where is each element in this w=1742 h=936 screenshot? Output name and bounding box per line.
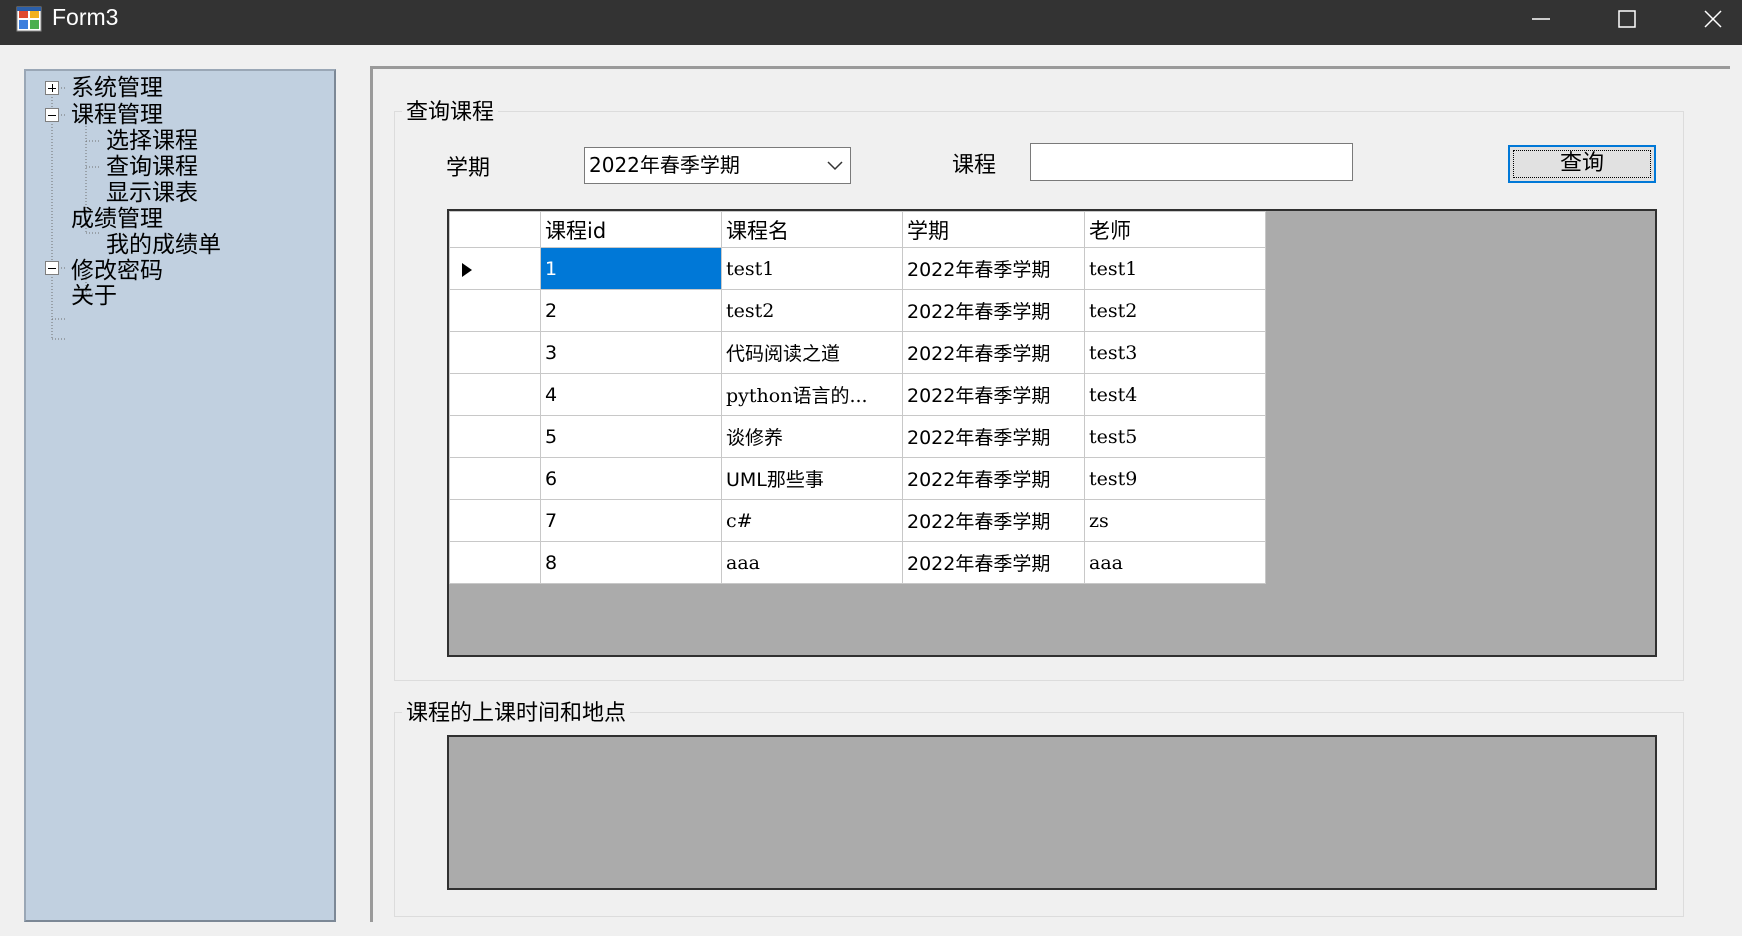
row-header[interactable] bbox=[449, 373, 541, 416]
cell-course-name[interactable]: test1 bbox=[721, 247, 903, 290]
cell-course-name[interactable]: test2 bbox=[721, 289, 903, 332]
maximize-icon bbox=[1618, 10, 1636, 28]
term-label: 学期 bbox=[446, 156, 491, 181]
course-name-input[interactable] bbox=[1030, 143, 1353, 181]
course-table: 课程id 课程名 学期 老师 1 test1 2022年春季学期 test1 2… bbox=[449, 211, 1266, 584]
table-row[interactable]: 4 python语言的... 2022年春季学期 test4 bbox=[449, 373, 1266, 416]
cell-course-id[interactable]: 2 bbox=[540, 289, 722, 332]
column-header-term[interactable]: 学期 bbox=[902, 211, 1085, 248]
table-row[interactable]: 3 代码阅读之道 2022年春季学期 test3 bbox=[449, 331, 1266, 374]
cell-teacher[interactable]: test4 bbox=[1084, 373, 1266, 416]
chevron-down-icon bbox=[827, 161, 843, 171]
column-header-course-id[interactable]: 课程id bbox=[540, 211, 722, 248]
cell-course-name[interactable]: 谈修养 bbox=[721, 415, 903, 458]
table-row[interactable]: 8 aaa 2022年春季学期 aaa bbox=[449, 541, 1266, 584]
close-icon bbox=[1704, 10, 1722, 28]
table-header-row: 课程id 课程名 学期 老师 bbox=[449, 211, 1266, 248]
cell-teacher[interactable]: test9 bbox=[1084, 457, 1266, 500]
cell-teacher[interactable]: test5 bbox=[1084, 415, 1266, 458]
row-header[interactable] bbox=[449, 457, 541, 500]
tree-node-system-management[interactable]: 系统管理 bbox=[71, 75, 163, 101]
cell-term[interactable]: 2022年春季学期 bbox=[902, 373, 1085, 416]
cell-teacher[interactable]: test1 bbox=[1084, 247, 1266, 290]
query-button[interactable]: 查询 bbox=[1508, 145, 1656, 183]
tree-node-query-course[interactable]: 查询课程 bbox=[106, 154, 198, 180]
cell-term[interactable]: 2022年春季学期 bbox=[902, 247, 1085, 290]
cell-course-name[interactable]: UML那些事 bbox=[721, 457, 903, 500]
cell-term[interactable]: 2022年春季学期 bbox=[902, 541, 1085, 584]
tree-node-my-transcript[interactable]: 我的成绩单 bbox=[106, 232, 221, 258]
tree-node-about[interactable]: 关于 bbox=[71, 283, 117, 309]
schedule-group-title: 课程的上课时间和地点 bbox=[402, 695, 631, 727]
cell-course-id[interactable]: 8 bbox=[540, 541, 722, 584]
cell-course-id[interactable]: 4 bbox=[540, 373, 722, 416]
query-course-group-title: 查询课程 bbox=[402, 94, 499, 126]
row-header[interactable] bbox=[449, 541, 541, 584]
collapse-minus-icon[interactable] bbox=[45, 261, 59, 275]
expand-plus-icon[interactable] bbox=[45, 81, 59, 95]
table-row[interactable]: 6 UML那些事 2022年春季学期 test9 bbox=[449, 457, 1266, 500]
minimize-button[interactable] bbox=[1498, 0, 1584, 38]
cell-course-name[interactable]: c# bbox=[721, 499, 903, 542]
tree-node-change-password[interactable]: 修改密码 bbox=[71, 258, 163, 284]
navigation-tree[interactable]: 系统管理 课程管理 选择课程 查询课程 显示课表 成绩管理 我的成绩单 修改密码… bbox=[24, 69, 336, 922]
course-data-grid[interactable]: 课程id 课程名 学期 老师 1 test1 2022年春季学期 test1 2… bbox=[447, 209, 1657, 657]
course-label: 课程 bbox=[952, 153, 997, 178]
table-row[interactable]: 2 test2 2022年春季学期 test2 bbox=[449, 289, 1266, 332]
row-header-corner[interactable] bbox=[449, 211, 541, 248]
cell-term[interactable]: 2022年春季学期 bbox=[902, 289, 1085, 332]
cell-course-name[interactable]: aaa bbox=[721, 541, 903, 584]
column-header-teacher[interactable]: 老师 bbox=[1084, 211, 1266, 248]
collapse-minus-icon[interactable] bbox=[45, 108, 59, 122]
cell-course-name[interactable]: 代码阅读之道 bbox=[721, 331, 903, 374]
maximize-button[interactable] bbox=[1584, 0, 1670, 38]
tree-node-show-timetable[interactable]: 显示课表 bbox=[106, 180, 198, 206]
cell-teacher[interactable]: test2 bbox=[1084, 289, 1266, 332]
table-row[interactable]: 7 c# 2022年春季学期 zs bbox=[449, 499, 1266, 542]
window-title: Form3 bbox=[52, 4, 119, 30]
table-row[interactable]: 1 test1 2022年春季学期 test1 bbox=[449, 247, 1266, 290]
table-row[interactable]: 5 谈修养 2022年春季学期 test5 bbox=[449, 415, 1266, 458]
cell-teacher[interactable]: zs bbox=[1084, 499, 1266, 542]
tree-node-grade-management[interactable]: 成绩管理 bbox=[71, 206, 163, 232]
row-header[interactable] bbox=[449, 499, 541, 542]
schedule-data-grid[interactable] bbox=[447, 735, 1657, 890]
row-header[interactable] bbox=[449, 331, 541, 374]
row-header[interactable] bbox=[449, 247, 541, 290]
term-dropdown[interactable]: 2022年春季学期 bbox=[584, 147, 851, 184]
minimize-icon bbox=[1532, 18, 1550, 20]
cell-teacher[interactable]: test3 bbox=[1084, 331, 1266, 374]
close-button[interactable] bbox=[1670, 0, 1742, 38]
cell-term[interactable]: 2022年春季学期 bbox=[902, 415, 1085, 458]
row-header[interactable] bbox=[449, 289, 541, 332]
cell-teacher[interactable]: aaa bbox=[1084, 541, 1266, 584]
app-icon[interactable] bbox=[16, 6, 42, 32]
cell-term[interactable]: 2022年春季学期 bbox=[902, 457, 1085, 500]
term-dropdown-value: 2022年春季学期 bbox=[589, 153, 740, 177]
cell-course-name[interactable]: python语言的... bbox=[721, 373, 903, 416]
cell-course-id[interactable]: 5 bbox=[540, 415, 722, 458]
cell-term[interactable]: 2022年春季学期 bbox=[902, 499, 1085, 542]
tree-node-select-course[interactable]: 选择课程 bbox=[106, 128, 198, 154]
tree-node-course-management[interactable]: 课程管理 bbox=[71, 102, 163, 128]
cell-course-id[interactable]: 7 bbox=[540, 499, 722, 542]
cell-course-id[interactable]: 1 bbox=[540, 247, 722, 290]
cell-course-id[interactable]: 3 bbox=[540, 331, 722, 374]
cell-term[interactable]: 2022年春季学期 bbox=[902, 331, 1085, 374]
row-header[interactable] bbox=[449, 415, 541, 458]
current-row-arrow-icon bbox=[462, 263, 472, 277]
title-bar: Form3 bbox=[0, 0, 1742, 45]
column-header-course-name[interactable]: 课程名 bbox=[721, 211, 903, 248]
cell-course-id[interactable]: 6 bbox=[540, 457, 722, 500]
